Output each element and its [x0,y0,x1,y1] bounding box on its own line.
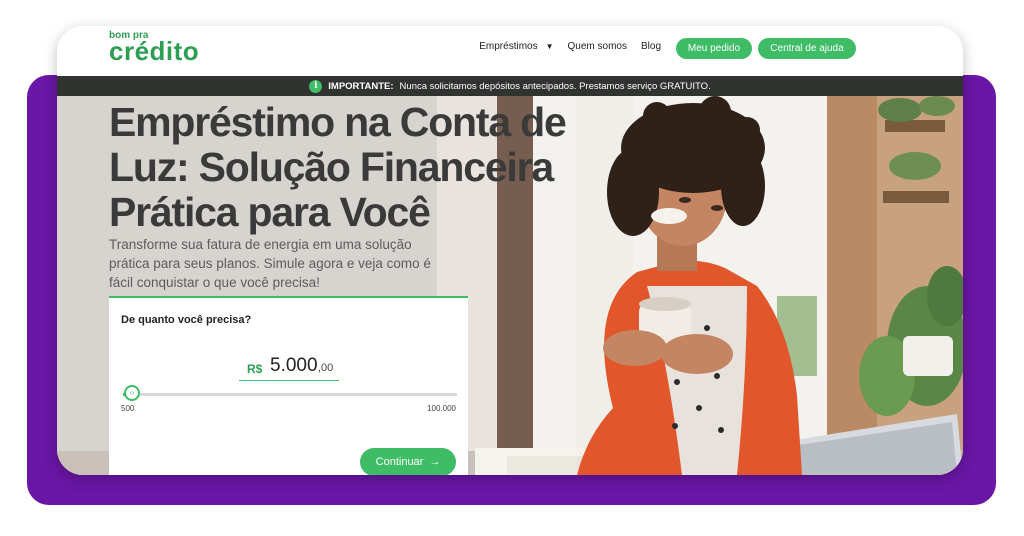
simulator-question: De quanto você precisa? [121,314,252,326]
amount-value: 5.000 [270,355,318,376]
info-icon: i [309,79,323,93]
amount-cents: ,00 [318,362,334,374]
logo-wordmark: crédito [109,36,200,66]
page-subtitle: Transforme sua fatura de energia em uma … [109,237,431,290]
slider-handle-icon[interactable]: ‹› [124,385,140,401]
arrow-right-icon: → [429,456,441,468]
site-header: bom pra crédito Empréstimos ▼ Quem somos… [57,26,963,76]
main-nav: Empréstimos ▼ Quem somos Blog [479,41,661,52]
slider-min-label: 500 [121,404,135,413]
notice-banner: i IMPORTANTE: Nunca solicitamos depósito… [57,76,963,96]
notice-text: Nunca solicitamos depósitos antecipados.… [399,80,711,92]
central-ajuda-button[interactable]: Central de ajuda [758,38,856,59]
continue-label: Continuar [375,456,424,468]
continue-button[interactable]: Continuar → [360,448,456,475]
amount-slider-track[interactable] [123,393,457,396]
page-title: Empréstimo na Conta de Luz: Solução Fina… [109,99,567,235]
nav-blog[interactable]: Blog [641,41,661,52]
browser-window: bom pra crédito Empréstimos ▼ Quem somos… [57,26,963,475]
chevron-down-icon: ▼ [545,42,554,51]
currency-symbol: R$ [247,362,263,376]
slider-max-label: 100.000 [427,404,456,413]
hero-section: Empréstimo na Conta de Luz: Solução Fina… [57,96,963,475]
nav-quem-somos[interactable]: Quem somos [568,41,627,52]
meu-pedido-button[interactable]: Meu pedido [676,38,752,59]
notice-strong: IMPORTANTE: [328,80,394,92]
amount-field[interactable]: R$ 5.000 ,00 [239,354,339,381]
nav-emprestimos-label: Empréstimos [479,41,538,52]
nav-emprestimos[interactable]: Empréstimos ▼ [479,41,553,52]
loan-simulator-card: De quanto você precisa? R$ 5.000 ,00 ‹› … [109,296,468,475]
